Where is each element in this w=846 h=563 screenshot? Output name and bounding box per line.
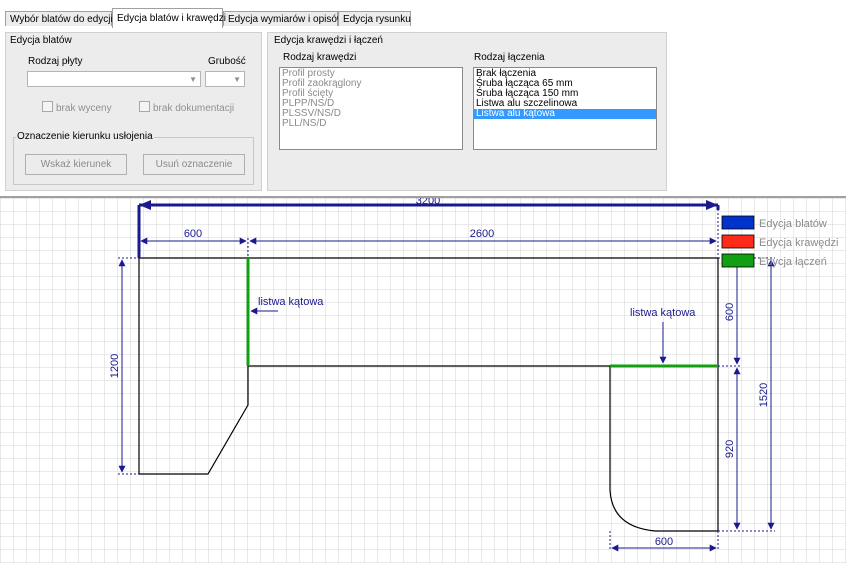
list-item[interactable]: PLL/NS/D: [282, 119, 460, 129]
krawedzie-group-title: Edycja krawędzi i łączeń: [274, 35, 383, 46]
blaty-group-title: Edycja blatów: [10, 35, 72, 46]
checkbox-box: [42, 101, 53, 112]
legend-label-laczen: Edycja łączeń: [759, 256, 827, 268]
grubosc-select[interactable]: ▼: [205, 71, 245, 87]
dim-label-right-width[interactable]: 2600: [470, 228, 494, 240]
dim-label-left-height[interactable]: 1200: [109, 354, 121, 378]
rodzaj-plyty-select[interactable]: ▼: [27, 71, 201, 87]
legend-label-krawedzi: Edycja krawędzi: [759, 237, 838, 249]
tab-edycja-rysunku[interactable]: Edycja rysunku: [338, 11, 411, 26]
rodzaj-krawedzi-list[interactable]: Profil prosty Profil zaokrąglony Profil …: [279, 67, 463, 150]
brak-dokumentacji-label: brak dokumentacji: [153, 103, 235, 114]
grid-background: [0, 198, 846, 563]
dim-label-right-upper[interactable]: 600: [724, 303, 736, 321]
brak-wyceny-checkbox[interactable]: brak wyceny: [42, 101, 112, 114]
krawedzie-group: Edycja krawędzi i łączeń Rodzaj krawędzi…: [267, 32, 667, 191]
legend-swatch-blaty: [721, 215, 755, 230]
usun-oznaczenie-button[interactable]: Usuń oznaczenie: [143, 154, 245, 175]
blaty-group: Edycja blatów Rodzaj płyty Grubość ▼ ▼ b…: [5, 32, 262, 191]
rodzaj-plyty-label: Rodzaj płyty: [28, 56, 83, 67]
drawing-canvas[interactable]: 3200 600 2600 1200 600 920 1520 600 list…: [0, 198, 846, 563]
tab-edycja-blatow-i-krawedzi[interactable]: Edycja blatów i krawędzi: [112, 8, 226, 28]
annotation-right[interactable]: listwa kątowa: [630, 307, 696, 319]
grubosc-label: Grubość: [208, 56, 246, 67]
legend-label-blaty: Edycja blatów: [759, 218, 827, 230]
dim-label-right-lower[interactable]: 920: [724, 440, 736, 458]
legend-swatch-krawedzi: [721, 234, 755, 249]
annotation-left[interactable]: listwa kątowa: [258, 296, 324, 308]
settings-panel: Edycja blatów Rodzaj płyty Grubość ▼ ▼ b…: [0, 27, 846, 196]
rodzaj-krawedzi-label: Rodzaj krawędzi: [283, 52, 357, 63]
wskaz-kierunek-button[interactable]: Wskaż kierunek: [25, 154, 127, 175]
kierunek-title: Oznaczenie kierunku usłojenia: [16, 131, 154, 142]
legend: Edycja blatów Edycja krawędzi Edycja łąc…: [721, 215, 838, 268]
dim-label-left-width[interactable]: 600: [184, 228, 202, 240]
dim-label-bottom-width[interactable]: 600: [655, 536, 673, 548]
checkbox-box: [139, 101, 150, 112]
dim-label-right-total[interactable]: 1520: [758, 383, 770, 407]
rodzaj-laczenia-list[interactable]: Brak łączenia Śruba łącząca 65 mm Śruba …: [473, 67, 657, 150]
rodzaj-laczenia-label: Rodzaj łączenia: [474, 52, 545, 63]
tab-edycja-wymiarow[interactable]: Edycja wymiarów i opisów: [223, 11, 344, 26]
chevron-down-icon: ▼: [189, 75, 197, 84]
legend-swatch-laczen: [721, 253, 755, 268]
tab-wybor-blatow[interactable]: Wybór blatów do edycji: [5, 11, 113, 26]
dim-label-total-width[interactable]: 3200: [416, 198, 440, 207]
brak-dokumentacji-checkbox[interactable]: brak dokumentacji: [139, 101, 234, 114]
brak-wyceny-label: brak wyceny: [56, 103, 112, 114]
tab-strip: Wybór blatów do edycji Edycja blatów i k…: [0, 8, 846, 28]
chevron-down-icon: ▼: [233, 75, 241, 84]
list-item-selected[interactable]: Listwa alu kątowa: [474, 109, 656, 119]
